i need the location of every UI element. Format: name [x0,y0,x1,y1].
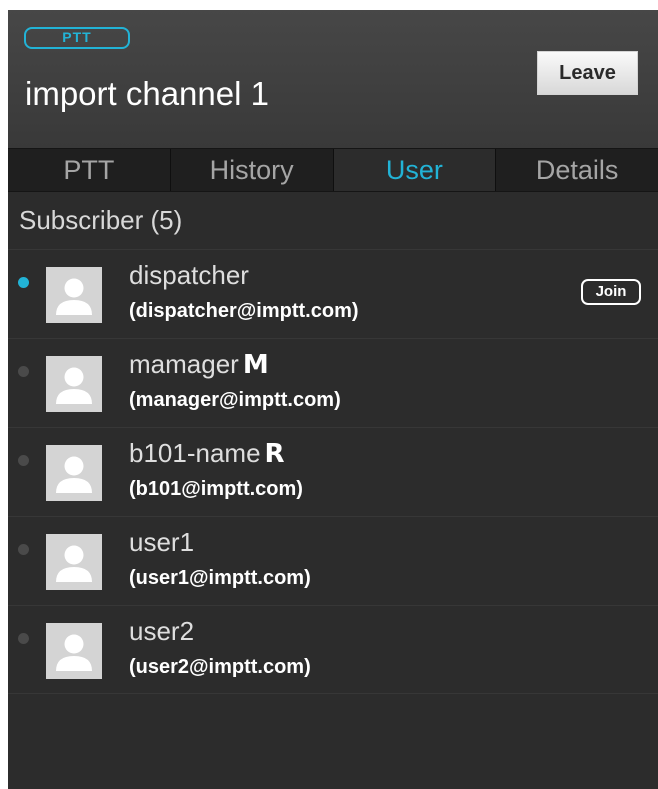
subscriber-row[interactable]: user2 (user2@imptt.com) [8,605,658,694]
subscriber-email: (b101@imptt.com) [129,478,303,500]
tab-ptt[interactable]: PTT [8,149,171,191]
subscriber-row[interactable]: b101-name R (b101@imptt.com) [8,427,658,516]
user-avatar-icon [46,534,102,590]
subscriber-row[interactable]: dispatcher (dispatcher@imptt.com) Join [8,249,658,338]
subscriber-count-heading: Subscriber (5) [19,205,183,235]
subscriber-name-text: user1 [129,527,195,557]
subscriber-email: (manager@imptt.com) [129,389,341,411]
subscriber-name: dispatcher [129,258,249,292]
ptt-badge: PTT [24,27,130,49]
user-avatar-icon [46,356,102,412]
tab-details[interactable]: Details [496,149,658,191]
subscriber-name: mamager M [129,347,269,382]
offline-status-dot-icon [18,455,29,466]
offline-status-dot-icon [18,633,29,644]
subscriber-name-text: b101-name [129,438,261,468]
subscriber-name-text: user2 [129,616,195,646]
channel-title: import channel 1 [25,75,269,112]
manager-role-icon: M [242,350,269,380]
leave-button[interactable]: Leave [537,51,638,95]
subscriber-name-text: mamager [129,349,239,379]
user-avatar-icon [46,445,102,501]
subscriber-name: user1 [129,525,194,559]
offline-status-dot-icon [18,366,29,377]
offline-status-dot-icon [18,544,29,555]
user-avatar-icon [46,267,102,323]
channel-header: PTT import channel 1 Leave [8,10,658,148]
subscriber-name: b101-name R [129,436,285,471]
subscriber-name: user2 [129,614,194,648]
subscriber-row[interactable]: user1 (user1@imptt.com) [8,516,658,605]
subscriber-email: (dispatcher@imptt.com) [129,300,359,322]
tab-user[interactable]: User [333,149,497,191]
subscriber-email: (user1@imptt.com) [129,567,311,589]
channel-panel: PTT import channel 1 Leave PTT History U… [8,10,658,789]
subscriber-email: (user2@imptt.com) [129,656,311,678]
subscriber-name-text: dispatcher [129,260,249,290]
subscriber-row[interactable]: mamager M (manager@imptt.com) [8,338,658,427]
tab-bar: PTT History User Details [8,148,658,192]
online-status-dot-icon [18,277,29,288]
join-button[interactable]: Join [581,279,641,305]
receiver-role-icon: R [264,439,285,469]
subscriber-list: dispatcher (dispatcher@imptt.com) Join m… [8,249,658,694]
user-avatar-icon [46,623,102,679]
tab-history[interactable]: History [171,149,334,191]
